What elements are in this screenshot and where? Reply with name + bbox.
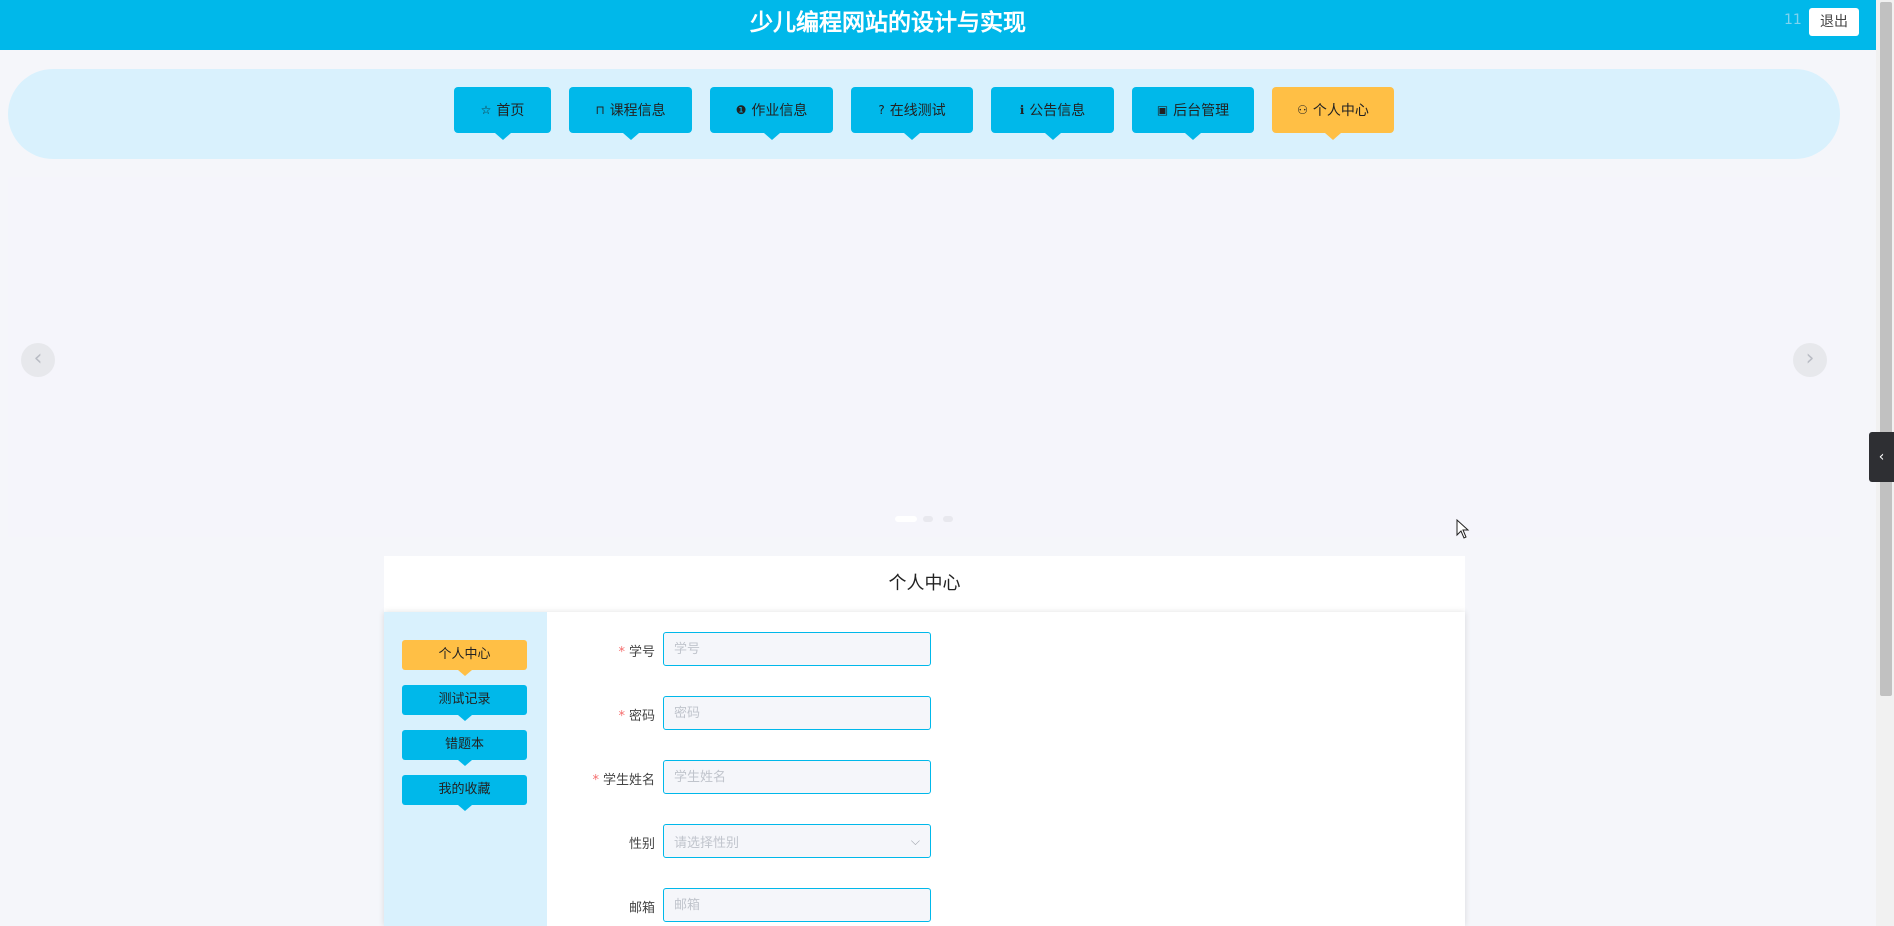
nav-item-announcements[interactable]: ℹ 公告信息 <box>991 87 1114 140</box>
side-panel-toggle[interactable]: ‹ <box>1869 432 1894 482</box>
nav-item-personal-center[interactable]: ⚇ 个人中心 <box>1272 87 1394 140</box>
nav-item-online-test[interactable]: ? 在线测试 <box>851 87 973 140</box>
subnav-item-wrong-questions[interactable]: 错题本 <box>402 730 527 766</box>
nav-item-home[interactable]: ☆ 首页 <box>454 87 551 140</box>
student-name-label: * 学生姓名 <box>592 773 655 788</box>
carousel-indicator-1[interactable] <box>895 516 917 522</box>
password-label: * 密码 <box>618 709 655 724</box>
email-label: 邮箱 <box>628 901 655 916</box>
gender-select-placeholder: 请选择性别 <box>674 835 740 851</box>
site-title: 少儿编程网站的设计与实现 <box>750 10 1026 36</box>
nav-item-homework[interactable]: ❶ 作业信息 <box>710 87 833 140</box>
gender-select[interactable]: 请选择性别 ⌵ <box>663 824 931 858</box>
subnav-item-favorites[interactable]: 我的收藏 <box>402 775 527 811</box>
logout-button[interactable]: 退出 <box>1809 8 1859 36</box>
nav-item-label: 首页 <box>496 103 525 119</box>
question-circle-icon: ? <box>878 103 885 117</box>
nav-item-label: 作业信息 <box>751 103 808 119</box>
student-id-label: * 学号 <box>618 645 655 660</box>
scrollbar-thumb[interactable] <box>1880 2 1892 696</box>
mouse-cursor-icon <box>1456 519 1470 539</box>
student-name-input[interactable] <box>663 760 931 794</box>
carousel-indicator-2[interactable] <box>923 516 933 522</box>
chevron-down-icon: ⌵ <box>910 833 920 848</box>
nav-item-label: 个人中心 <box>1312 103 1369 119</box>
info-circle-icon: ℹ <box>1019 103 1025 117</box>
nav-item-label: 公告信息 <box>1029 103 1086 119</box>
nav-item-admin[interactable]: ▣ 后台管理 <box>1132 87 1254 140</box>
banner-carousel <box>8 177 1840 537</box>
carousel-prev-button[interactable]: ‹ <box>21 343 55 377</box>
subnav-item-test-records[interactable]: 测试记录 <box>402 685 527 721</box>
password-input[interactable] <box>663 696 931 730</box>
gender-label: 性别 <box>628 837 655 852</box>
student-id-input[interactable] <box>663 632 931 666</box>
top-bar: 少儿编程网站的设计与实现 11 退出 <box>0 0 1876 50</box>
nav-item-label: 课程信息 <box>609 103 666 119</box>
subnav-item-personal-center[interactable]: 个人中心 <box>402 640 527 676</box>
bag-icon: ⊓ <box>595 103 605 117</box>
briefcase-icon: ▣ <box>1156 103 1169 117</box>
nav-item-courses[interactable]: ⊓ 课程信息 <box>569 87 692 140</box>
section-title: 个人中心 <box>384 556 1465 612</box>
alert-circle-icon: ❶ <box>735 103 747 117</box>
email-input[interactable] <box>663 888 931 922</box>
star-icon: ☆ <box>480 103 492 117</box>
nav-item-label: 后台管理 <box>1173 103 1230 119</box>
username: 11 <box>1784 12 1802 28</box>
nav-item-label: 在线测试 <box>889 103 946 119</box>
carousel-next-button[interactable]: › <box>1793 343 1827 377</box>
user-icon: ⚇ <box>1297 103 1308 117</box>
carousel-indicator-3[interactable] <box>943 516 953 522</box>
